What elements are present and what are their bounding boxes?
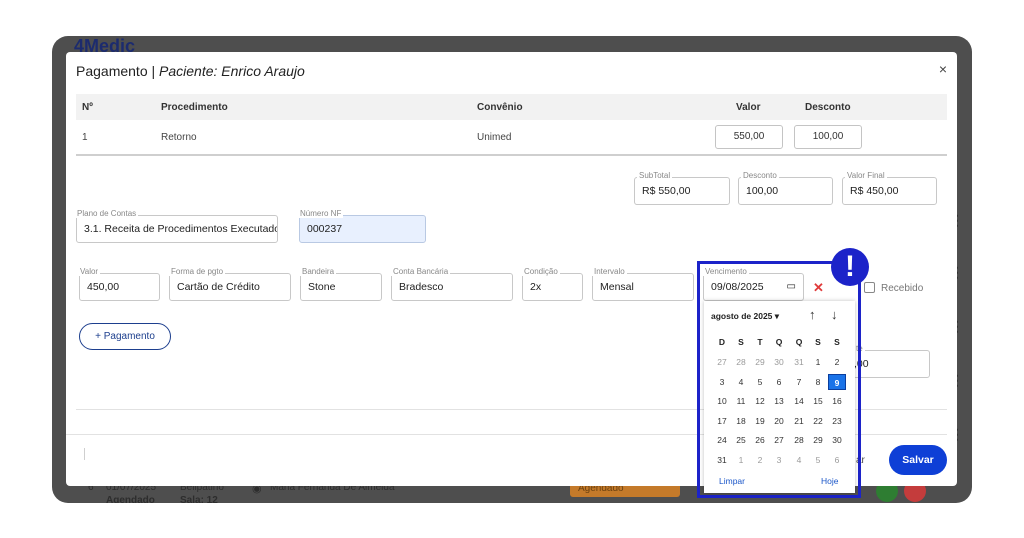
conta-bancaria-select[interactable]: Bradesco xyxy=(391,273,513,301)
calendar-day[interactable]: 28 xyxy=(732,354,750,370)
condicao-label: Condição xyxy=(522,267,560,276)
save-button[interactable]: Salvar xyxy=(889,445,947,475)
calendar-day[interactable]: 6 xyxy=(770,374,788,390)
intervalo-select[interactable]: Mensal xyxy=(592,273,694,301)
procedures-table-header: Nº Procedimento Convênio Valor Desconto xyxy=(76,94,947,120)
subtotal-label: SubTotal xyxy=(637,171,673,180)
calendar-day[interactable]: 31 xyxy=(790,354,808,370)
close-icon[interactable]: × xyxy=(939,61,947,77)
calendar-day[interactable]: 14 xyxy=(790,393,808,409)
calendar-day[interactable]: 3 xyxy=(770,452,788,468)
subtotal-field: R$ 550,00 xyxy=(634,177,730,205)
calendar-day[interactable]: 20 xyxy=(770,413,788,429)
desconto-input[interactable]: 100,00 xyxy=(794,125,862,149)
numero-nf-label: Número NF xyxy=(298,209,344,218)
calendar-day[interactable]: 5 xyxy=(751,374,769,390)
calendar-day[interactable]: 2 xyxy=(751,452,769,468)
calendar-day[interactable]: 13 xyxy=(770,393,788,409)
recebido-label: Recebido xyxy=(881,283,924,294)
row-room: Sala: 12 xyxy=(180,495,218,503)
weekday-header: D xyxy=(718,337,726,347)
calendar-day[interactable]: 11 xyxy=(732,393,750,409)
calendar-day[interactable]: 28 xyxy=(790,432,808,448)
numero-nf-input[interactable]: 000237 xyxy=(299,215,426,243)
forma-pgto-label: Forma de pgto xyxy=(169,267,226,276)
desconto-total-field[interactable]: 100,00 xyxy=(738,177,833,205)
calendar-day[interactable]: 4 xyxy=(732,374,750,390)
calendar-day[interactable]: 30 xyxy=(828,432,846,448)
add-payment-button[interactable]: + Pagamento xyxy=(79,323,171,350)
calendar-day[interactable]: 10 xyxy=(713,393,731,409)
calendar-day[interactable]: 23 xyxy=(828,413,846,429)
desconto-total-label: Desconto xyxy=(741,171,779,180)
conta-bancaria-label: Conta Bancária xyxy=(391,267,451,276)
footer-divider xyxy=(84,448,85,460)
screenshot-stage: 4Medic ⋮ ⋮ ⋮ ⋮ ⋮ 6 01/07/2025 Agendado B… xyxy=(0,0,1024,538)
calendar-day[interactable]: 19 xyxy=(751,413,769,429)
calendar-day[interactable]: 24 xyxy=(713,432,731,448)
date-picker-popup: agosto de 2025 ▾ ↑ ↓ D S T Q Q S S 27 28 29 30 31 1 2… xyxy=(704,301,855,493)
calendar-day[interactable]: 15 xyxy=(809,393,827,409)
intervalo-label: Intervalo xyxy=(592,267,627,276)
calendar-day[interactable]: 27 xyxy=(770,432,788,448)
calendar-day[interactable]: 26 xyxy=(751,432,769,448)
calendar-day[interactable]: 8 xyxy=(809,374,827,390)
weekday-header: Q xyxy=(795,337,803,347)
calendar-day[interactable]: 31 xyxy=(713,452,731,468)
condicao-select[interactable]: 2x xyxy=(522,273,583,301)
prev-month-icon[interactable]: ↑ xyxy=(809,307,816,322)
plano-contas-select[interactable]: 3.1. Receita de Procedimentos Executados xyxy=(76,215,278,243)
weekday-header: S xyxy=(738,337,744,347)
valor-input[interactable]: 550,00 xyxy=(715,125,783,149)
calendar-day[interactable]: 30 xyxy=(770,354,788,370)
bandeira-label: Bandeira xyxy=(300,267,337,276)
calendar-day[interactable]: 4 xyxy=(790,452,808,468)
calendar-day[interactable]: 2 xyxy=(828,354,846,370)
modal-title: Pagamento | Paciente: Enrico Araujo xyxy=(76,63,305,79)
next-month-icon[interactable]: ↓ xyxy=(831,307,838,322)
calendar-day[interactable]: 9 xyxy=(828,373,846,390)
calendar-day[interactable]: 6 xyxy=(828,452,846,468)
valor-pagamento-input[interactable]: 450,00 xyxy=(79,273,160,301)
weekday-header: S xyxy=(834,337,840,347)
calendar-day[interactable]: 1 xyxy=(809,354,827,370)
caret-down-icon: ▾ xyxy=(774,311,780,321)
calendar-day[interactable]: 3 xyxy=(713,374,731,390)
calendar-day[interactable]: 29 xyxy=(751,354,769,370)
calendar-day[interactable]: 17 xyxy=(713,413,731,429)
recebido-checkbox[interactable] xyxy=(864,282,875,293)
calendar-day[interactable]: 1 xyxy=(732,452,750,468)
weekday-header: Q xyxy=(775,337,783,347)
forma-pgto-select[interactable]: Cartão de Crédito xyxy=(169,273,291,301)
calendar-day[interactable]: 18 xyxy=(732,413,750,429)
calendar-day[interactable]: 27 xyxy=(713,354,731,370)
today-button[interactable]: Hoje xyxy=(821,476,838,486)
plano-contas-label: Plano de Contas xyxy=(75,209,139,218)
calendar-day[interactable]: 12 xyxy=(751,393,769,409)
exclamation-icon: ! xyxy=(831,248,869,286)
calendar-day[interactable]: 22 xyxy=(809,413,827,429)
calendar-day[interactable]: 16 xyxy=(828,393,846,409)
valor-final-field: R$ 450,00 xyxy=(842,177,937,205)
weekday-header: S xyxy=(815,337,821,347)
calendar-day[interactable]: 5 xyxy=(809,452,827,468)
month-selector[interactable]: agosto de 2025 ▾ xyxy=(711,311,779,322)
calendar-day[interactable]: 7 xyxy=(790,374,808,390)
bandeira-select[interactable]: Stone xyxy=(300,273,382,301)
weekday-header: T xyxy=(757,337,763,347)
calendar-day[interactable]: 25 xyxy=(732,432,750,448)
calendar-day[interactable]: 29 xyxy=(809,432,827,448)
valor-pagamento-label: Valor xyxy=(78,267,101,276)
clear-button[interactable]: Limpar xyxy=(719,476,745,486)
calendar-day[interactable]: 21 xyxy=(790,413,808,429)
valor-final-label: Valor Final xyxy=(845,171,887,180)
row-status: Agendado xyxy=(106,495,155,503)
